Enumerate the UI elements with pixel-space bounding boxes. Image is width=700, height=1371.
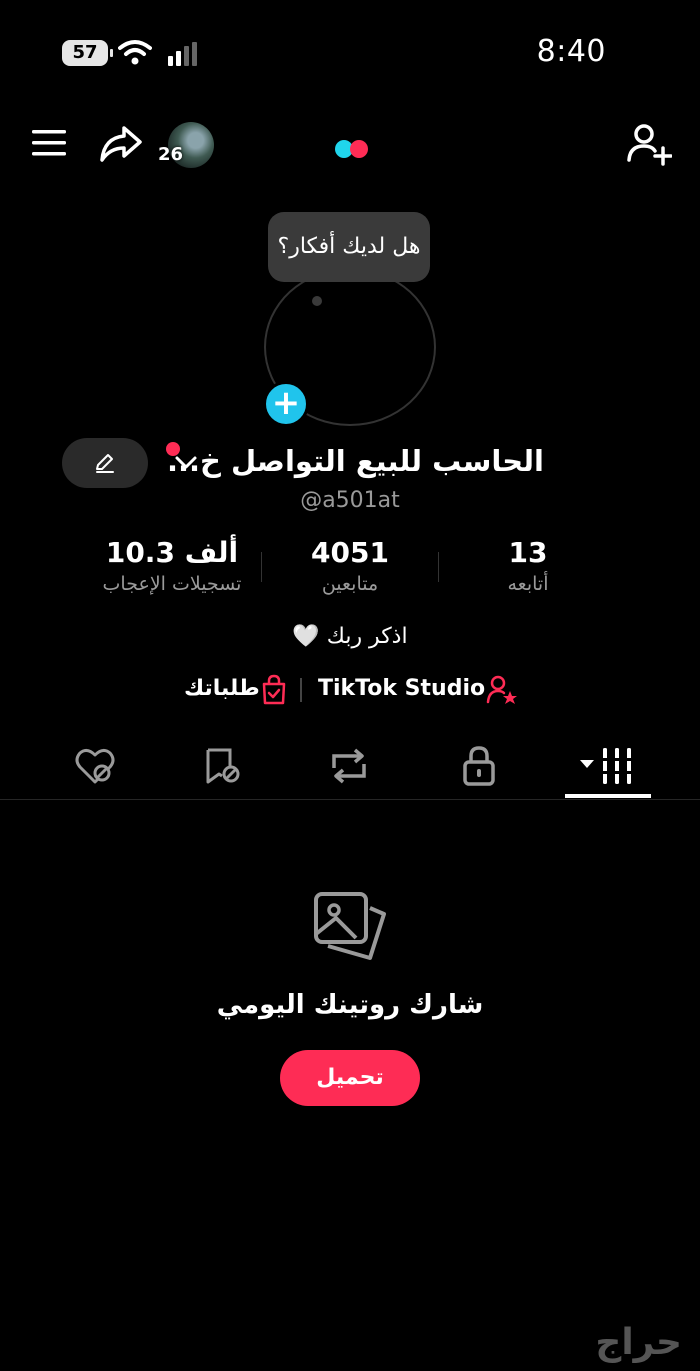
bio: اذكر ربك 🤍 <box>292 624 408 649</box>
followers-count: 4051 <box>311 536 389 569</box>
tiktok-studio-link[interactable]: TikTok Studio <box>318 676 485 701</box>
share-icon[interactable] <box>98 122 144 164</box>
shopping-bag-icon[interactable] <box>260 674 288 706</box>
clock: 8:40 <box>536 34 606 69</box>
profile-tabs <box>0 736 700 800</box>
add-user-icon[interactable] <box>626 122 672 166</box>
stat-likes[interactable]: 10.3 ألف تسجيلات الإعجاب <box>72 536 272 595</box>
likes-count: 10.3 ألف <box>105 536 239 569</box>
saved-tab-icon[interactable] <box>200 744 246 788</box>
repost-tab-icon[interactable] <box>326 744 372 788</box>
story-count: 26 <box>158 144 184 165</box>
status-bar: 57 8:40 <box>0 0 700 100</box>
upload-button[interactable]: تحميل <box>280 1050 420 1106</box>
photos-icon <box>314 892 386 960</box>
watermark-logo: حراج <box>595 1322 682 1363</box>
following-count: 13 <box>508 536 548 569</box>
followers-label: متابعين <box>321 573 379 595</box>
stat-following[interactable]: 13 أتابعه <box>428 536 628 595</box>
stat-followers[interactable]: 4051 متابعين <box>250 536 450 595</box>
link-separator <box>300 678 302 702</box>
pencil-icon <box>96 454 114 473</box>
edit-profile-button[interactable] <box>62 438 148 488</box>
menu-icon[interactable] <box>30 126 70 160</box>
creator-star-icon[interactable] <box>486 674 518 706</box>
display-name[interactable]: الحاسب للبيع التواصل خ... <box>167 444 544 478</box>
liked-videos-tab-icon[interactable] <box>72 744 118 788</box>
tiktok-now-icon[interactable] <box>332 138 372 160</box>
following-label: أتابعه <box>507 573 549 595</box>
signal-icon <box>168 42 197 66</box>
add-story-button[interactable]: + <box>263 381 309 427</box>
tooltip-dot <box>312 296 322 306</box>
empty-state-title: شارك روتينك اليومي <box>216 990 484 1020</box>
lock-tab-icon[interactable] <box>456 744 502 788</box>
orders-link[interactable]: طلباتك <box>184 676 260 701</box>
likes-label: تسجيلات الإعجاب <box>102 573 242 595</box>
wifi-icon <box>118 40 152 65</box>
ideas-tooltip[interactable]: هل لديك أفكار؟ <box>268 212 430 282</box>
active-tab-indicator <box>565 794 651 798</box>
username: @a501at <box>300 488 400 513</box>
battery-icon: 57 <box>62 40 113 66</box>
profile-links: طلباتك TikTok Studio <box>0 672 700 712</box>
videos-grid-tab-icon[interactable] <box>576 744 638 788</box>
top-nav: 26 <box>0 110 700 180</box>
